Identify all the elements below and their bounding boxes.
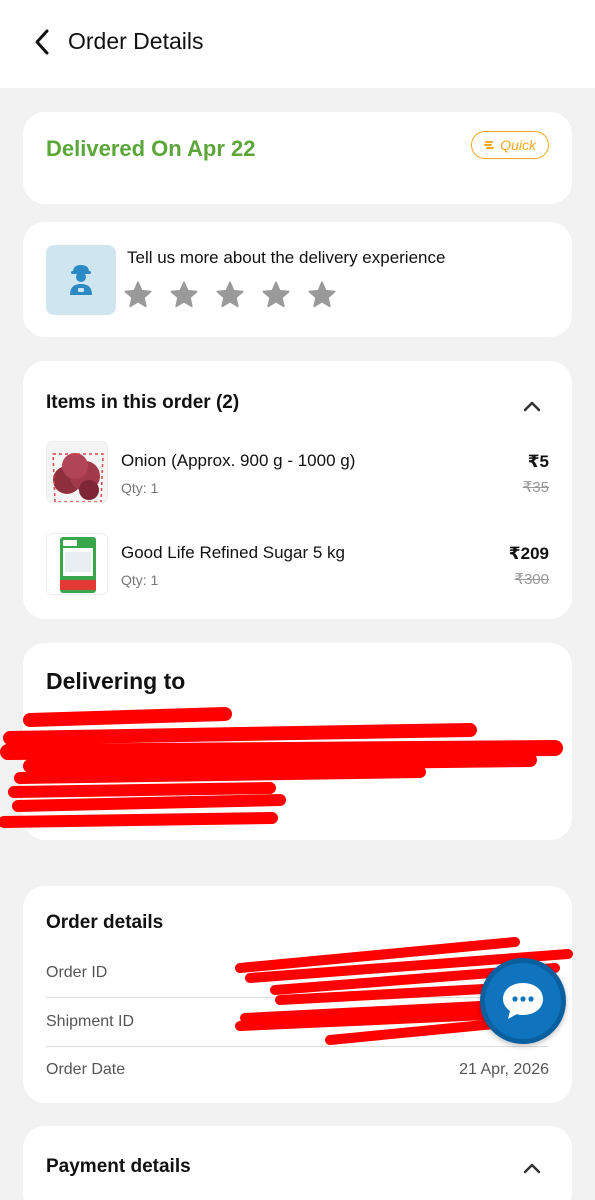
order-date-row: Order Date 21 Apr, 2026 xyxy=(46,1047,549,1095)
items-section-title: Items in this order (2) xyxy=(46,392,240,413)
lightning-icon xyxy=(484,141,495,149)
item-mrp: ₹35 xyxy=(522,479,549,496)
item-price: ₹5 xyxy=(527,452,549,471)
delivery-status-card: Delivered On Apr 22 Quick xyxy=(23,112,572,204)
chevron-left-icon xyxy=(35,29,49,55)
order-date-label: Order Date xyxy=(46,1061,126,1078)
delivering-to-title: Delivering to xyxy=(46,668,186,694)
chevron-up-icon xyxy=(523,1163,541,1174)
onion-product-image xyxy=(46,441,108,503)
delivery-person-icon xyxy=(46,245,116,315)
star-icon-1[interactable] xyxy=(123,280,153,310)
list-item[interactable]: Onion (Approx. 900 g - 1000 g) Qty: 1 ₹5… xyxy=(46,441,549,505)
items-collapse-button[interactable] xyxy=(520,394,544,418)
item-price: ₹209 xyxy=(508,544,549,563)
item-name: Good Life Refined Sugar 5 kg xyxy=(121,543,345,562)
back-button[interactable] xyxy=(24,24,60,60)
payment-details-card: Payment details xyxy=(23,1126,572,1200)
star-icon-4[interactable] xyxy=(261,280,291,310)
quick-badge: Quick xyxy=(471,131,549,159)
delivery-status-text: Delivered On Apr 22 xyxy=(46,136,256,161)
list-item[interactable]: Good Life Refined Sugar 5 kg Qty: 1 ₹209… xyxy=(46,533,549,597)
header-bar: Order Details xyxy=(0,0,595,88)
items-card: Items in this order (2) Onion (Approx. 9… xyxy=(23,361,572,619)
order-date-value: 21 Apr, 2026 xyxy=(459,1061,549,1078)
chat-support-button[interactable] xyxy=(480,958,566,1044)
shipment-id-label: Shipment ID xyxy=(46,1013,135,1030)
star-icon-2[interactable] xyxy=(169,280,199,310)
item-name: Onion (Approx. 900 g - 1000 g) xyxy=(121,451,356,470)
shipment-id-row: Shipment ID xyxy=(46,999,549,1047)
item-qty: Qty: 1 xyxy=(121,480,159,496)
order-id-row: Order ID xyxy=(46,950,549,998)
star-icon-5[interactable] xyxy=(307,280,337,310)
chevron-up-icon xyxy=(523,401,541,412)
chat-bubble-icon xyxy=(503,983,543,1019)
order-details-title: Order details xyxy=(46,912,164,933)
feedback-prompt: Tell us more about the delivery experien… xyxy=(127,248,446,267)
order-id-label: Order ID xyxy=(46,964,108,981)
sugar-product-image xyxy=(46,533,108,595)
feedback-card: Tell us more about the delivery experien… xyxy=(23,222,572,337)
quick-badge-label: Quick xyxy=(500,137,536,153)
star-rating xyxy=(123,280,337,310)
payment-collapse-button[interactable] xyxy=(520,1156,544,1180)
delivery-address-card: Delivering to xyxy=(23,643,572,840)
payment-details-title: Payment details xyxy=(46,1156,191,1177)
item-qty: Qty: 1 xyxy=(121,572,159,588)
page-title: Order Details xyxy=(68,28,204,54)
star-icon-3[interactable] xyxy=(215,280,245,310)
item-mrp: ₹300 xyxy=(514,571,549,588)
